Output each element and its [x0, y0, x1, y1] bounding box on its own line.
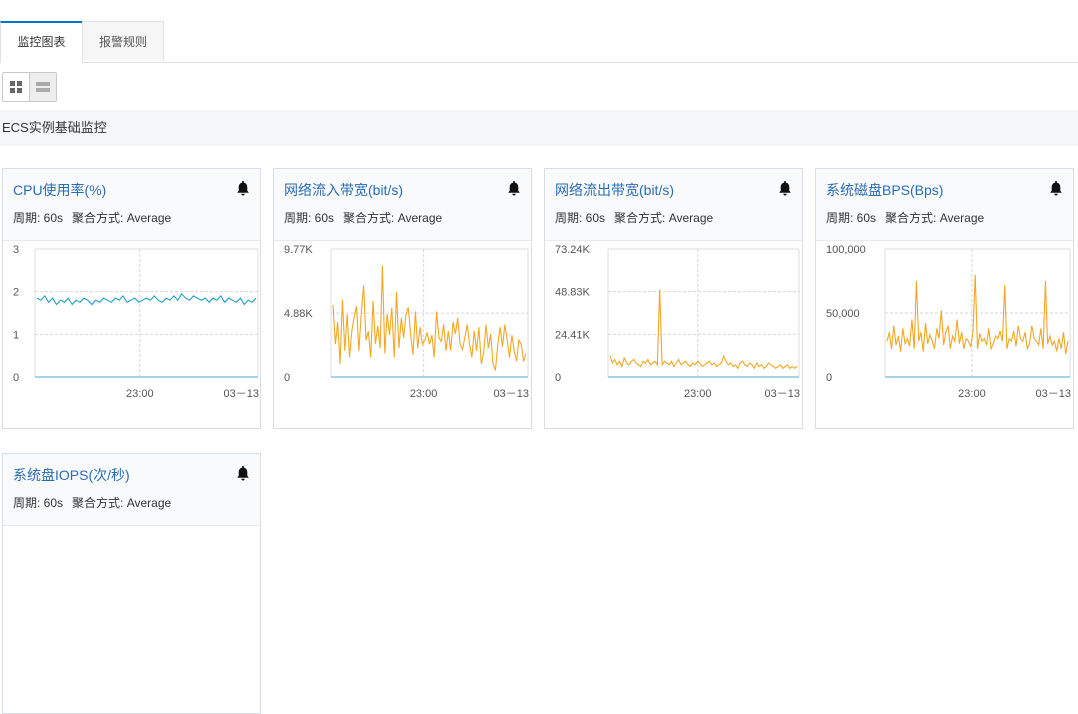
card-meta: 周期: 60s 聚合方式: Average	[826, 209, 984, 226]
y-tick-label: 50,000	[826, 308, 860, 320]
x-tick-label: 03－13	[224, 388, 259, 400]
chart-card: 系统磁盘BPS(Bps) 周期: 60s 聚合方式: Average 0 50,000 1…	[815, 168, 1074, 429]
grid-view-button[interactable]	[3, 73, 29, 101]
card-header: CPU使用率(%) 周期: 60s 聚合方式: Average	[3, 169, 260, 241]
x-tick-label: 03－13	[765, 388, 800, 400]
chart-title[interactable]: 系统盘IOPS(次/秒)	[13, 465, 130, 485]
line-chart: 0 1 2 3 23:00 03－13	[13, 244, 259, 400]
period-label: 周期: 60s	[13, 496, 64, 510]
period-label: 周期: 60s	[13, 211, 64, 225]
y-tick-label: 0	[555, 372, 561, 384]
period-label: 周期: 60s	[826, 211, 877, 225]
view-toggle	[2, 72, 57, 102]
x-tick-label: 23:00	[126, 388, 154, 400]
period-label: 周期: 60s	[555, 211, 606, 225]
y-tick-label: 1	[13, 329, 19, 341]
series-line	[609, 289, 798, 370]
x-tick-label: 23:00	[410, 388, 438, 400]
x-tick-label: 23:00	[958, 388, 986, 400]
x-tick-label: 23:00	[684, 388, 712, 400]
aggregation-label: 聚合方式: Average	[72, 211, 172, 225]
y-tick-label: 48.83K	[555, 287, 591, 299]
card-header: 系统磁盘BPS(Bps) 周期: 60s 聚合方式: Average	[816, 169, 1073, 241]
aggregation-label: 聚合方式: Average	[885, 211, 985, 225]
chart-title[interactable]: 网络流入带宽(bit/s)	[284, 180, 403, 200]
y-tick-label: 0	[826, 372, 832, 384]
chart-card: 系统盘IOPS(次/秒) 周期: 60s 聚合方式: Average	[2, 453, 261, 714]
list-icon	[36, 82, 50, 92]
card-header: 网络流入带宽(bit/s) 周期: 60s 聚合方式: Average	[274, 169, 531, 241]
period-label: 周期: 60s	[284, 211, 335, 225]
series-line	[332, 265, 527, 371]
chart-title[interactable]: 网络流出带宽(bit/s)	[555, 180, 674, 200]
line-chart: 0 24.41K 48.83K 73.24K 23:00 03－13	[555, 244, 800, 400]
aggregation-label: 聚合方式: Average	[614, 211, 714, 225]
y-tick-label: 0	[13, 372, 19, 384]
chart-card: 网络流出带宽(bit/s) 周期: 60s 聚合方式: Average 0 24.41K…	[544, 168, 803, 429]
tab-monitoring-charts[interactable]: 监控图表	[0, 21, 83, 63]
chart-card: 网络流入带宽(bit/s) 周期: 60s 聚合方式: Average 0 4.88K 9…	[273, 168, 532, 429]
list-view-button[interactable]	[29, 73, 56, 101]
bell-icon[interactable]	[777, 181, 793, 197]
x-tick-label: 03－13	[1036, 388, 1071, 400]
card-header: 系统盘IOPS(次/秒) 周期: 60s 聚合方式: Average	[3, 454, 260, 526]
card-meta: 周期: 60s 聚合方式: Average	[555, 209, 713, 226]
x-tick-label: 03－13	[494, 388, 529, 400]
chart-title[interactable]: 系统磁盘BPS(Bps)	[826, 180, 943, 200]
line-chart: 0 4.88K 9.77K 23:00 03－13	[284, 244, 529, 400]
section-title: ECS实例基础监控	[0, 110, 1078, 146]
card-meta: 周期: 60s 聚合方式: Average	[284, 209, 442, 226]
y-tick-label: 3	[13, 244, 19, 256]
tab-bar: 监控图表 报警规则	[0, 21, 1078, 63]
bell-icon[interactable]	[1048, 181, 1064, 197]
line-chart: 0 50,000 100,000 23:00 03－13	[826, 244, 1071, 400]
y-tick-label: 73.24K	[555, 244, 591, 256]
chart-title[interactable]: CPU使用率(%)	[13, 180, 106, 200]
series-line	[886, 274, 1069, 355]
aggregation-label: 聚合方式: Average	[343, 211, 443, 225]
y-tick-label: 24.41K	[555, 329, 591, 341]
tab-alarm-rules[interactable]: 报警规则	[82, 21, 164, 61]
y-tick-label: 4.88K	[284, 308, 313, 320]
bell-icon[interactable]	[506, 181, 522, 197]
aggregation-label: 聚合方式: Average	[72, 496, 172, 510]
bell-icon[interactable]	[235, 181, 251, 197]
card-meta: 周期: 60s 聚合方式: Average	[13, 494, 171, 511]
y-tick-label: 9.77K	[284, 244, 313, 256]
card-meta: 周期: 60s 聚合方式: Average	[13, 209, 171, 226]
y-tick-label: 0	[284, 372, 290, 384]
card-header: 网络流出带宽(bit/s) 周期: 60s 聚合方式: Average	[545, 169, 802, 241]
grid-icon	[10, 81, 22, 93]
chart-card: CPU使用率(%) 周期: 60s 聚合方式: Average 0 1 2 3 23:00 03…	[2, 168, 261, 429]
y-tick-label: 100,000	[826, 244, 866, 256]
bell-icon[interactable]	[235, 466, 251, 482]
y-tick-label: 2	[13, 287, 19, 299]
series-line	[36, 292, 257, 306]
